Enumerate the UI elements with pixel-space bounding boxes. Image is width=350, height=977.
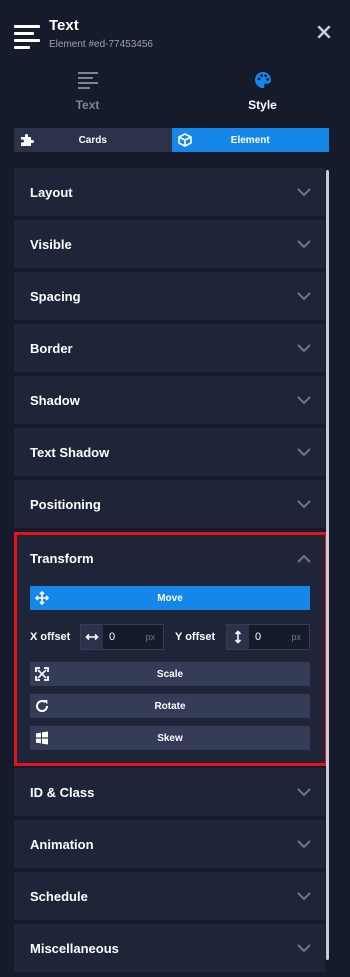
menu-icon[interactable]: [14, 25, 40, 49]
close-icon[interactable]: [316, 24, 332, 40]
expand-icon: [35, 667, 49, 681]
rotate-icon: [36, 700, 49, 712]
chevron-down-icon: [297, 292, 311, 301]
tab-text[interactable]: Text: [0, 62, 175, 120]
x-offset-label: X offset: [30, 631, 71, 643]
horizontal-arrows-icon: [81, 625, 103, 649]
element-id: Element #ed-77453456: [49, 39, 153, 50]
element-button[interactable]: Element: [171, 128, 329, 152]
chevron-down-icon: [297, 892, 311, 901]
section-label: Schedule: [30, 888, 88, 904]
section-label[interactable]: Transform: [30, 551, 94, 566]
section-label: Border: [30, 340, 73, 356]
tab-style-label: Style: [248, 98, 277, 112]
tab-text-label: Text: [75, 98, 100, 112]
rotate-button[interactable]: Rotate: [30, 694, 310, 718]
section-label: Positioning: [30, 496, 101, 512]
skew-button[interactable]: Skew: [30, 726, 310, 750]
palette-icon: [254, 72, 271, 88]
chevron-down-icon: [297, 944, 311, 953]
vertical-arrows-icon: [227, 625, 249, 649]
panel-title: Text: [49, 17, 79, 34]
cards-button[interactable]: Cards: [14, 128, 172, 152]
section-label: Spacing: [30, 288, 81, 304]
section-layout[interactable]: Layout: [14, 168, 325, 216]
section-transform: Transform Move X offset px Y offset px S…: [14, 532, 328, 766]
move-arrows-icon: [35, 591, 49, 605]
section-schedule[interactable]: Schedule: [14, 872, 325, 920]
panel-header: Text Element #ed-77453456: [0, 0, 350, 62]
x-offset-unit: px: [145, 632, 155, 642]
skew-icon: [36, 731, 48, 745]
y-offset-input[interactable]: [249, 626, 285, 648]
chevron-down-icon: [297, 396, 311, 405]
chevron-down-icon: [297, 344, 311, 353]
section-border[interactable]: Border: [14, 324, 325, 372]
scale-button[interactable]: Scale: [30, 662, 310, 686]
target-switch: Cards Element: [14, 128, 329, 152]
y-offset-label: Y offset: [175, 631, 216, 643]
chevron-down-icon: [297, 840, 311, 849]
section-shadow[interactable]: Shadow: [14, 376, 325, 424]
chevron-down-icon: [297, 448, 311, 457]
section-label: Layout: [30, 184, 73, 200]
move-button[interactable]: Move: [30, 586, 310, 610]
chevron-up-icon[interactable]: [297, 554, 311, 564]
y-offset-unit: px: [291, 632, 301, 642]
y-offset-field[interactable]: px: [226, 624, 310, 650]
move-label: Move: [157, 592, 183, 604]
section-label: Visible: [30, 236, 72, 252]
scrollbar[interactable]: [326, 170, 329, 960]
section-positioning[interactable]: Positioning: [14, 480, 325, 528]
cards-label: Cards: [78, 134, 107, 146]
section-label: Animation: [30, 836, 94, 852]
mode-tabs: Text Style: [0, 62, 350, 120]
scale-label: Scale: [156, 668, 184, 680]
x-offset-input[interactable]: [103, 626, 139, 648]
tab-style[interactable]: Style: [175, 62, 350, 120]
chevron-down-icon: [297, 788, 311, 797]
chevron-down-icon: [297, 500, 311, 509]
section-label: Miscellaneous: [30, 940, 119, 956]
chevron-down-icon: [297, 240, 311, 249]
element-label: Element: [230, 134, 270, 146]
section-miscellaneous[interactable]: Miscellaneous: [14, 924, 325, 972]
chevron-down-icon: [297, 188, 311, 197]
lines-icon: [77, 72, 98, 89]
x-offset-field[interactable]: px: [80, 624, 164, 650]
section-spacing[interactable]: Spacing: [14, 272, 325, 320]
section-label: Shadow: [30, 392, 80, 408]
section-visible[interactable]: Visible: [14, 220, 325, 268]
cube-icon: [177, 133, 192, 147]
section-text-shadow[interactable]: Text Shadow: [14, 428, 325, 476]
section-label: ID & Class: [30, 784, 95, 800]
section-id-class[interactable]: ID & Class: [14, 768, 325, 816]
section-animation[interactable]: Animation: [14, 820, 325, 868]
puzzle-icon: [21, 134, 34, 146]
rotate-label: Rotate: [154, 700, 186, 712]
section-label: Text Shadow: [30, 444, 110, 460]
skew-label: Skew: [157, 732, 183, 744]
